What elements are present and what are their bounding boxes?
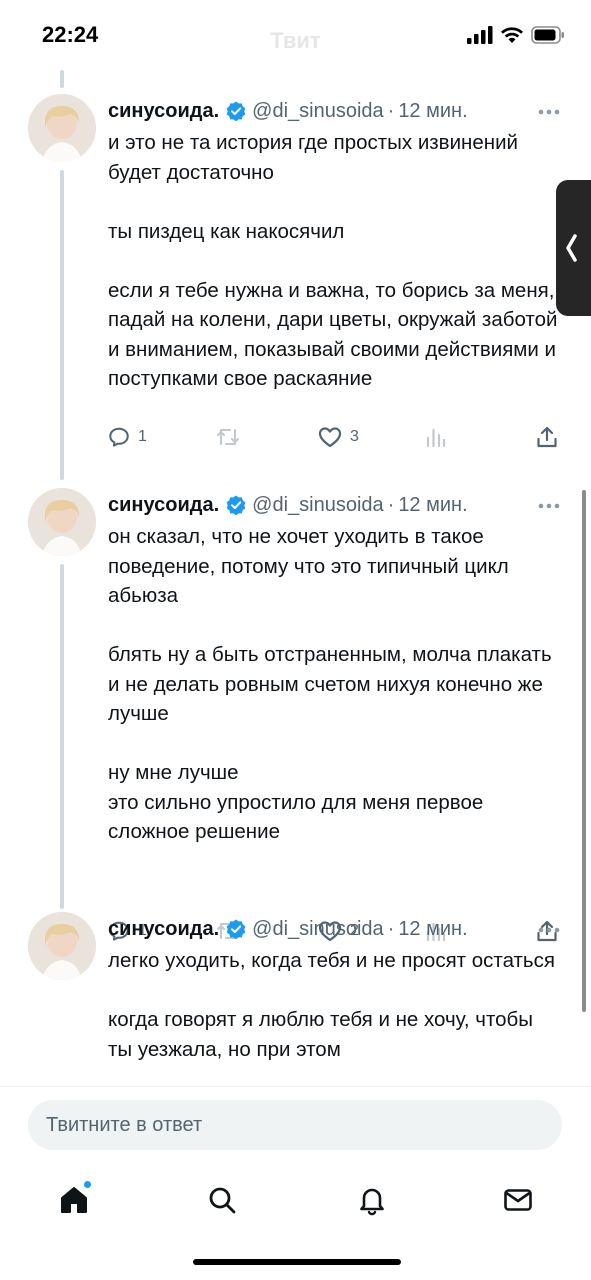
share-icon [537, 426, 557, 448]
tab-home[interactable] [54, 1180, 94, 1220]
tweet-paragraph: и это не та история где простых извинени… [108, 131, 518, 184]
more-options-icon[interactable] [538, 102, 560, 120]
avatar[interactable] [28, 912, 96, 980]
avatar[interactable] [28, 94, 96, 162]
search-icon [209, 1187, 236, 1214]
tweet-paragraph: блять ну а быть отстраненным, молча плак… [108, 643, 552, 725]
tab-bar [0, 1166, 591, 1236]
display-name[interactable]: синусоида. [108, 100, 219, 123]
tab-notifications[interactable] [352, 1180, 392, 1220]
tweet-paragraph: ну мне лучше это сильно упростило для ме… [108, 761, 484, 843]
tweet-actions: 1 3 [108, 426, 568, 456]
share-button[interactable] [536, 426, 558, 448]
user-handle[interactable]: @di_sinusoida [252, 918, 384, 941]
user-handle[interactable]: @di_sinusoida [252, 494, 384, 517]
tweet-paragraph: когда говорят я люблю тебя и не хочу, чт… [108, 1008, 533, 1061]
side-panel-handle[interactable] [556, 180, 591, 316]
status-bar: 22:24 Твит [0, 0, 591, 70]
display-name[interactable]: синусоида. [108, 494, 219, 517]
views-icon [426, 428, 446, 448]
reply-icon [109, 427, 129, 447]
tweet-paragraph: ты пиздец как накосячил [108, 219, 345, 243]
tweet-text: легко уходить, когда тебя и не просят ос… [108, 946, 558, 1064]
like-count: 3 [350, 428, 359, 445]
notification-dot [83, 1180, 92, 1189]
tweet-header: синусоида. @di_sinusoida · 12 мин. [108, 488, 558, 522]
chevron-left-icon [566, 234, 577, 262]
thread-connector-line [60, 70, 64, 88]
tweet-paragraph: он сказал, что не хочет уходить в такое … [108, 525, 509, 607]
verified-badge-icon [226, 495, 246, 515]
tweet-header: синусоида. @di_sinusoida · 12 мин. [108, 912, 558, 946]
reply-input[interactable]: Твитните в ответ [28, 1100, 562, 1150]
reply-count: 1 [138, 428, 147, 445]
views-button[interactable] [426, 426, 446, 448]
status-icons [467, 26, 565, 49]
more-options-icon[interactable] [538, 496, 560, 514]
heart-icon [318, 427, 342, 448]
wifi-icon [500, 26, 524, 49]
tweet-text: он сказал, что не хочет уходить в такое … [108, 522, 558, 847]
separator-dot: · [387, 99, 395, 122]
tweet-text: и это не та история где простых извинени… [108, 128, 558, 394]
thread-connector-line [60, 170, 64, 480]
separator-dot: · [387, 493, 395, 516]
tweet-paragraph: легко уходить, когда тебя и не просят ос… [108, 949, 555, 972]
tweet-time: 12 мин. [398, 917, 468, 940]
retweet-button[interactable] [216, 426, 240, 448]
battery-icon [531, 26, 565, 49]
thread-connector-line [60, 564, 64, 909]
tweet-body: синусоида. @di_sinusoida · 12 мин. он ск… [108, 488, 560, 847]
signal-icon [467, 26, 493, 49]
reply-area: Твитните в ответ [0, 1086, 591, 1166]
reply-button[interactable]: 1 [108, 426, 147, 448]
tweet-body: синусоида. @di_sinusoida · 12 мин. и это… [108, 94, 560, 394]
tweet-header: синусоида. @di_sinusoida · 12 мин. [108, 94, 558, 128]
bell-icon [360, 1188, 384, 1216]
user-handle[interactable]: @di_sinusoida [252, 100, 384, 123]
display-name[interactable]: синусоида. [108, 918, 219, 941]
tweet-paragraph: если я тебе нужна и важна, то борись за … [108, 278, 558, 391]
tab-search[interactable] [202, 1180, 242, 1220]
tweet-body: синусоида. @di_sinusoida · 12 мин. легко… [108, 912, 560, 1064]
tweet-thread[interactable]: синусоида. @di_sinusoida · 12 мин. и это… [0, 70, 591, 1086]
verified-badge-icon [226, 919, 246, 939]
avatar[interactable] [28, 488, 96, 556]
retweet-icon [217, 429, 239, 445]
tweet-time: 12 мин. [398, 99, 468, 122]
scrollbar[interactable] [582, 490, 586, 1012]
more-options-icon[interactable] [538, 920, 560, 938]
tweet-time: 12 мин. [398, 493, 468, 516]
separator-dot: · [387, 917, 395, 940]
home-indicator[interactable] [193, 1259, 401, 1265]
verified-badge-icon [226, 101, 246, 121]
tab-messages[interactable] [498, 1180, 538, 1220]
mail-icon [504, 1189, 532, 1211]
like-button[interactable]: 3 [318, 426, 359, 448]
